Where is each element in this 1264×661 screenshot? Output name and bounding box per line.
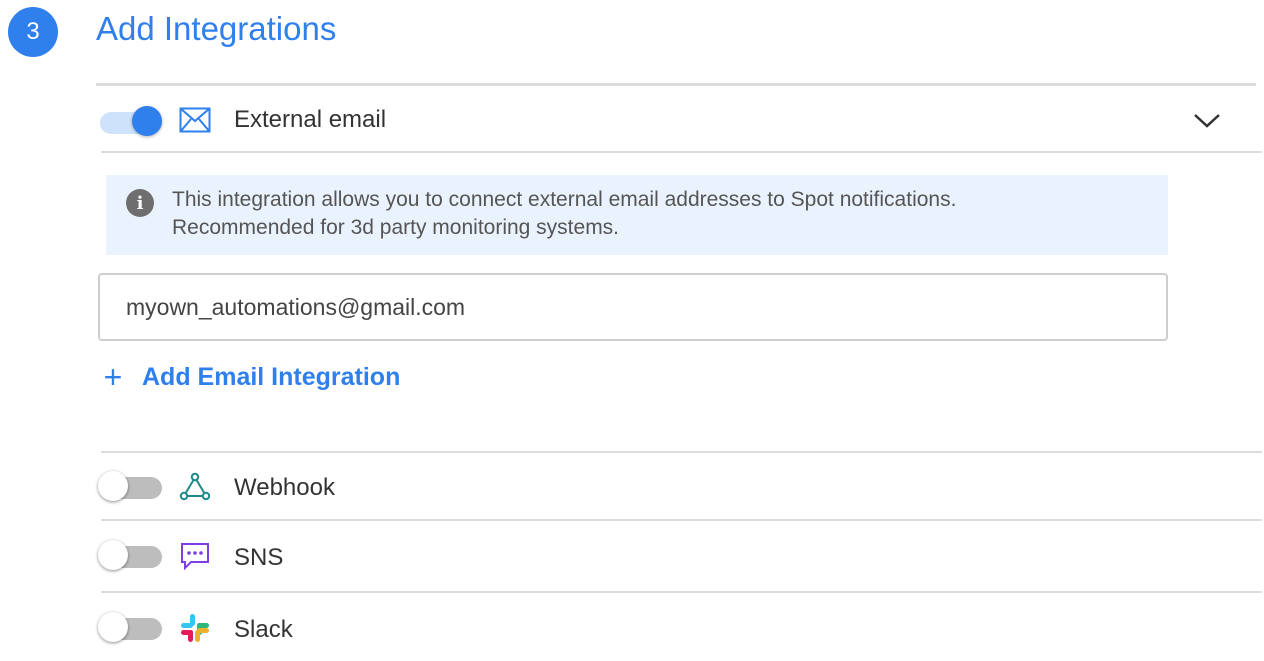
collapse-chevron-icon[interactable] xyxy=(1190,108,1224,134)
toggle-knob xyxy=(98,540,128,570)
info-text-line-1: This integration allows you to connect e… xyxy=(172,188,957,211)
step-number-badge: 3 xyxy=(8,7,58,57)
integration-info-box: i This integration allows you to connect… xyxy=(106,175,1168,255)
envelope-icon xyxy=(179,104,211,136)
integration-label-webhook: Webhook xyxy=(234,474,335,501)
integration-label-external-email: External email xyxy=(234,106,387,133)
toggle-knob xyxy=(98,612,128,642)
plus-icon: + xyxy=(103,359,123,395)
integration-label-slack: Slack xyxy=(234,616,293,643)
webhook-icon xyxy=(179,471,211,503)
info-text: This integration allows you to connect e… xyxy=(172,186,956,242)
info-text-line-2: Recommended for 3d party monitoring syst… xyxy=(172,216,620,239)
row-divider xyxy=(101,151,1262,153)
sns-toggle[interactable] xyxy=(98,538,164,572)
add-email-integration-button[interactable]: + Add Email Integration xyxy=(100,359,401,395)
external-email-toggle[interactable] xyxy=(98,104,164,138)
webhook-toggle[interactable] xyxy=(98,469,164,503)
row-divider xyxy=(101,451,1262,453)
section-title: Add Integrations xyxy=(96,10,337,47)
info-icon: i xyxy=(126,189,154,217)
email-address-input[interactable] xyxy=(98,273,1168,341)
slack-toggle[interactable] xyxy=(98,610,164,644)
add-email-integration-label: Add Email Integration xyxy=(142,362,401,391)
toggle-knob xyxy=(132,106,162,136)
chat-bubble-icon xyxy=(179,540,211,572)
toggle-knob xyxy=(98,471,128,501)
integration-label-sns: SNS xyxy=(234,544,284,571)
row-divider xyxy=(101,591,1262,593)
section-divider xyxy=(96,83,1256,86)
slack-icon xyxy=(179,612,211,644)
row-divider xyxy=(101,519,1262,521)
